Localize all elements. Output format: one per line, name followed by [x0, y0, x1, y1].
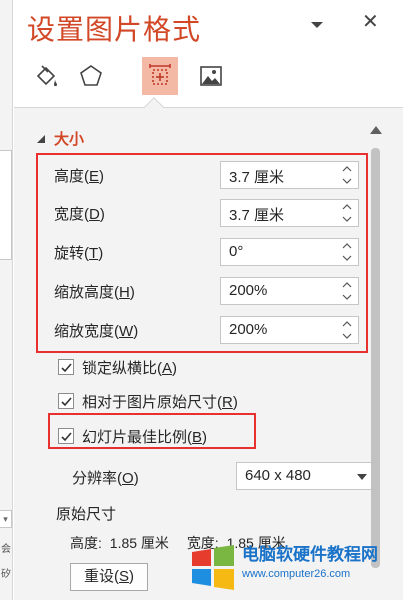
chevron-down-icon — [357, 474, 367, 480]
scale-height-value: 200% — [229, 282, 268, 299]
height-row: 高度(E) 3.7 厘米 — [54, 161, 359, 189]
lock-aspect-ratio-checkbox[interactable]: 锁定纵横比(A) — [58, 356, 177, 378]
scale-height-label: 缩放高度(H) — [54, 283, 135, 301]
resolution-value: 640 x 480 — [245, 467, 311, 484]
scale-height-input[interactable]: 200% — [220, 277, 359, 305]
resolution-label: 分辨率(O) — [72, 470, 139, 487]
checkmark-icon — [61, 432, 72, 442]
relative-original-size-checkbox[interactable]: 相对于图片原始尺寸(R) — [58, 390, 238, 412]
best-scale-slideshow-label: 幻灯片最佳比例(B) — [82, 428, 208, 446]
tab-fill-line[interactable] — [28, 57, 64, 95]
width-row: 宽度(D) 3.7 厘米 — [54, 199, 359, 227]
format-picture-pane: 设置图片格式 ✕ 大小 高度(E) 3.7 厘米 宽度(D) 3.7 厘米 旋转… — [14, 0, 403, 600]
checkbox-box[interactable] — [58, 359, 74, 375]
width-value: 3.7 厘米 — [229, 207, 285, 224]
document-edge-dropdown[interactable]: ▾ — [0, 510, 12, 528]
scroll-up-icon[interactable] — [370, 126, 382, 134]
spinner-arrows-icon[interactable] — [342, 202, 352, 224]
lock-aspect-ratio-label: 锁定纵横比(A) — [82, 359, 178, 377]
collapse-triangle-icon — [37, 134, 45, 143]
reset-button[interactable]: 重设(S) — [70, 563, 148, 591]
size-section-header[interactable]: 大小 — [36, 128, 84, 149]
checkbox-box[interactable] — [58, 393, 74, 409]
scale-width-input[interactable]: 200% — [220, 316, 359, 344]
document-edge: ▾ 会 矽 — [0, 0, 13, 600]
resolution-select[interactable]: 640 x 480 — [236, 462, 376, 490]
picture-icon — [200, 66, 222, 86]
best-scale-slideshow-checkbox[interactable]: 幻灯片最佳比例(B) — [58, 425, 207, 447]
watermark: 电脑软硬件教程网 www.computer26.com — [190, 540, 403, 600]
document-edge-glyph-1: 会 — [1, 544, 11, 555]
windows-logo-icon — [190, 544, 236, 590]
rotation-input[interactable]: 0° — [220, 238, 359, 266]
checkmark-icon — [61, 397, 72, 407]
pane-scrollbar[interactable] — [370, 126, 382, 600]
original-height-value: 1.85 厘米 — [109, 535, 169, 551]
checkmark-icon — [61, 363, 72, 373]
watermark-url: www.computer26.com — [242, 568, 351, 580]
rotation-row: 旋转(T) 0° — [54, 238, 359, 266]
original-size-label: 原始尺寸 — [56, 506, 117, 523]
watermark-text: 电脑软硬件教程网 www.computer26.com — [242, 540, 378, 580]
tab-size-properties[interactable] — [142, 57, 178, 95]
checkbox-box[interactable] — [58, 428, 74, 444]
close-icon[interactable]: ✕ — [362, 12, 379, 32]
spinner-arrows-icon[interactable] — [342, 241, 352, 263]
height-value: 3.7 厘米 — [229, 169, 285, 186]
spinner-arrows-icon[interactable] — [342, 319, 352, 341]
height-label: 高度(E) — [54, 167, 105, 185]
scale-height-row: 缩放高度(H) 200% — [54, 277, 359, 305]
size-section-title: 大小 — [54, 131, 85, 148]
scale-width-value: 200% — [229, 321, 268, 338]
pane-options-icon[interactable] — [310, 20, 324, 30]
rotation-value: 0° — [229, 243, 244, 260]
original-height-label: 高度: — [70, 535, 102, 551]
height-input[interactable]: 3.7 厘米 — [220, 161, 359, 189]
scale-width-label: 缩放宽度(W) — [54, 322, 139, 340]
width-label: 宽度(D) — [54, 205, 105, 223]
scroll-thumb[interactable] — [371, 148, 380, 568]
rotation-label: 旋转(T) — [54, 244, 104, 262]
effects-icon — [80, 65, 102, 86]
tab-divider — [14, 107, 403, 108]
size-properties-icon — [149, 64, 171, 85]
spinner-arrows-icon[interactable] — [342, 164, 352, 186]
spinner-arrows-icon[interactable] — [342, 280, 352, 302]
document-edge-panel — [0, 150, 12, 260]
pane-tabs — [28, 57, 248, 99]
tab-effects[interactable] — [73, 57, 109, 95]
relative-original-size-label: 相对于图片原始尺寸(R) — [82, 393, 238, 411]
tab-picture[interactable] — [193, 57, 229, 95]
document-edge-glyph-2: 矽 — [1, 569, 11, 580]
width-input[interactable]: 3.7 厘米 — [220, 199, 359, 227]
scale-width-row: 缩放宽度(W) 200% — [54, 316, 359, 344]
pane-title: 设置图片格式 — [27, 13, 202, 46]
fill-line-icon — [36, 65, 57, 87]
watermark-title: 电脑软硬件教程网 — [242, 545, 378, 565]
